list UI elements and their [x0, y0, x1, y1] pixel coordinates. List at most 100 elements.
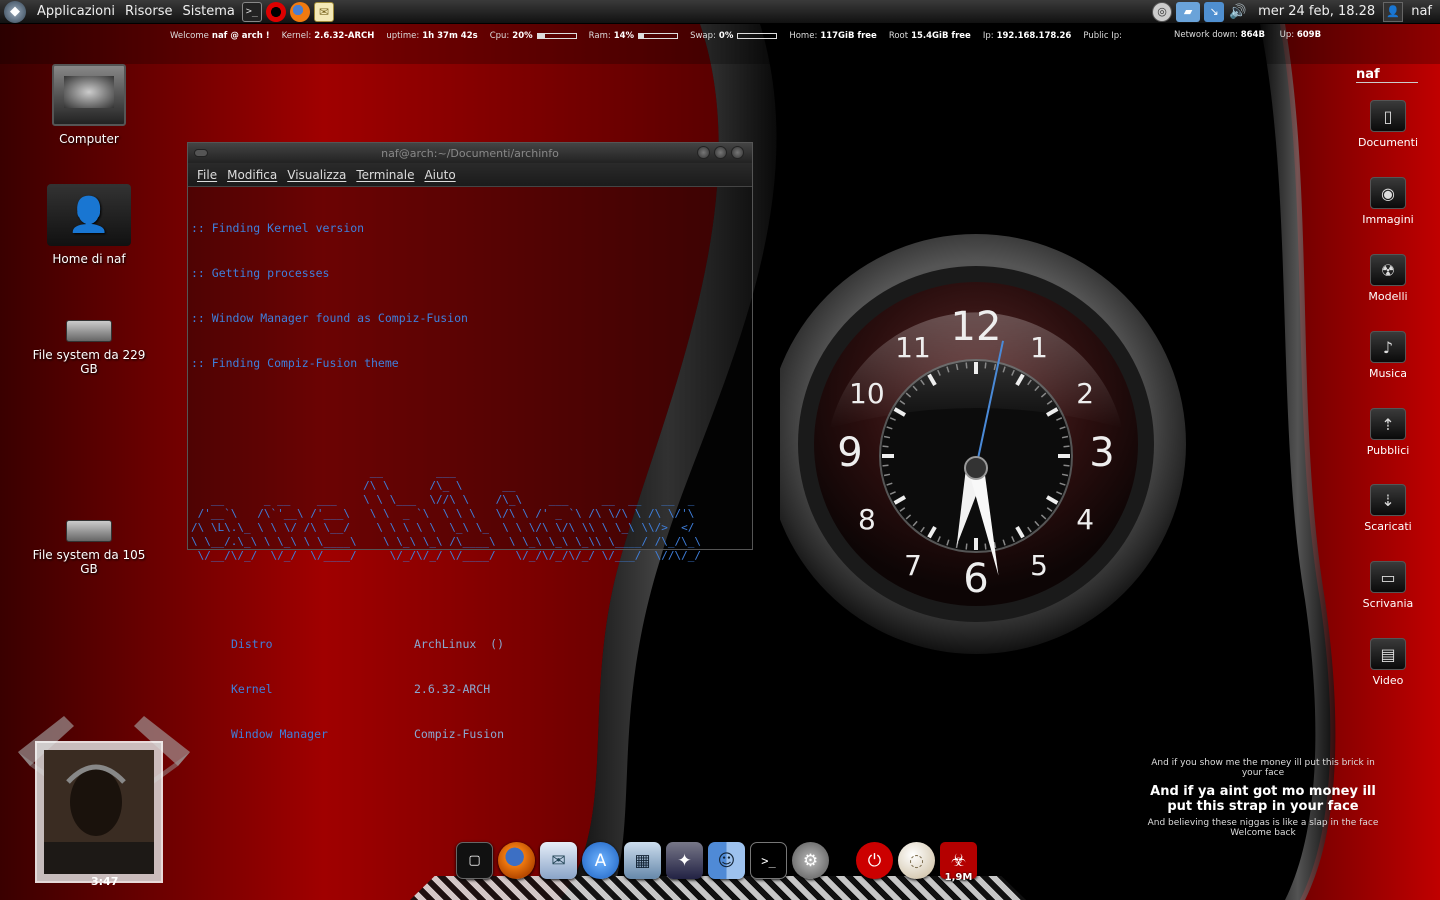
- info-key: Kernel: [231, 682, 273, 696]
- place-music[interactable]: ♪ Musica: [1348, 331, 1428, 380]
- box-icon[interactable]: ▢: [456, 842, 493, 879]
- terminal-output[interactable]: :: Finding Kernel version :: Getting pro…: [188, 187, 752, 806]
- place-videos[interactable]: ▤ Video: [1348, 638, 1428, 687]
- place-label: Musica: [1368, 367, 1408, 380]
- terminal-window[interactable]: naf@arch:~/Documenti/archinfo File Modif…: [187, 142, 753, 741]
- place-label: Video: [1372, 674, 1404, 687]
- clock-numeral: 7: [904, 549, 922, 582]
- mail-icon[interactable]: ✉: [540, 842, 577, 879]
- clapperboard-icon[interactable]: ▦: [624, 842, 661, 879]
- info-key: Window Manager: [231, 727, 328, 741]
- mail-launcher-icon[interactable]: ✉: [313, 1, 334, 22]
- conky-network: Network down: 864B Up: 609B: [1174, 30, 1333, 40]
- menu-places[interactable]: Risorse: [120, 4, 178, 19]
- menu-applications[interactable]: Applicazioni: [32, 4, 120, 19]
- conky-net-up-label: Up:: [1279, 30, 1295, 40]
- clock-numeral: 4: [1076, 503, 1094, 536]
- clock-tick: [984, 362, 987, 369]
- panel-user-name[interactable]: naf: [1407, 4, 1440, 19]
- menu-view[interactable]: Visualizza: [282, 168, 351, 182]
- menu-help[interactable]: Aiuto: [419, 168, 460, 182]
- conky-ram-label: Ram:: [588, 31, 611, 41]
- conky-root-value: 15.4GiB free: [911, 31, 971, 41]
- place-label: Scrivania: [1362, 597, 1414, 610]
- conky-net-down-value: 864B: [1240, 30, 1265, 40]
- clock-numeral: 12: [951, 304, 1002, 350]
- radiation-icon: ☢: [1370, 254, 1406, 286]
- update-tray-icon[interactable]: ↘: [1204, 1, 1225, 22]
- album-art: [18, 716, 190, 883]
- conky-root-label: Root: [888, 31, 909, 41]
- app-store-icon[interactable]: A: [582, 842, 619, 879]
- user-icon[interactable]: 👤: [1383, 1, 1404, 22]
- place-templates[interactable]: ☢ Modelli: [1348, 254, 1428, 303]
- info-key: Distro: [231, 637, 273, 651]
- conky-home-value: 117GiB free: [820, 31, 877, 41]
- place-downloads[interactable]: ⇣ Scaricati: [1348, 484, 1428, 533]
- film-icon: ▤: [1370, 638, 1406, 670]
- menu-system[interactable]: Sistema: [177, 4, 239, 19]
- minimize-button[interactable]: [697, 146, 710, 159]
- terminal-menubar: File Modifica Visualizza Terminale Aiuto: [188, 163, 752, 187]
- place-pictures[interactable]: ◉ Immagini: [1348, 177, 1428, 226]
- preferences-icon[interactable]: ⚙: [792, 842, 829, 879]
- terminal-titlebar[interactable]: naf@arch:~/Documenti/archinfo: [188, 143, 752, 163]
- ball-icon[interactable]: ◌: [898, 842, 935, 879]
- clock-numeral: 8: [858, 503, 876, 536]
- close-button[interactable]: [731, 146, 744, 159]
- place-documents[interactable]: ▯ Documenti: [1348, 100, 1428, 149]
- arch-logo-icon[interactable]: ◆: [4, 0, 26, 23]
- power-icon[interactable]: ⏻: [856, 842, 893, 879]
- notification-tray-icon[interactable]: ▰: [1176, 1, 1201, 22]
- terminal-line: :: Finding Compiz-Fusion theme: [191, 356, 399, 370]
- window-menu-button[interactable]: [194, 149, 208, 157]
- dock-badge: 1,9M: [944, 872, 973, 883]
- game-icon[interactable]: ✦: [666, 842, 703, 879]
- dock: ▢ ✉ A ▦ ✦ ☺ >_ ⚙ ⏻ ◌ ☣ 1,9M: [410, 838, 1026, 900]
- terminal-line: :: Getting processes: [191, 266, 330, 280]
- panel-clock[interactable]: mer 24 feb, 18.28: [1250, 4, 1383, 19]
- firefox-launcher-icon[interactable]: [289, 1, 310, 22]
- desktop-icon-filesystem-229[interactable]: File system da 229 GB: [24, 320, 154, 376]
- conky-cpu-label: Cpu:: [489, 31, 510, 41]
- desktop-icon-filesystem-105[interactable]: File system da 105 GB: [24, 520, 154, 576]
- biohazard-icon[interactable]: ☣ 1,9M: [940, 842, 977, 883]
- album-cover-widget[interactable]: [14, 712, 194, 892]
- finder-icon[interactable]: ☺: [708, 842, 745, 879]
- terminal-launcher-icon[interactable]: >_: [241, 1, 262, 22]
- lyric-line: And believing these niggas is like a sla…: [1147, 818, 1379, 828]
- conky-ip-label: Ip:: [982, 31, 994, 41]
- volume-icon[interactable]: 🔊: [1228, 2, 1248, 22]
- share-icon: ⇡: [1370, 408, 1406, 440]
- analog-clock-widget[interactable]: 12 1 2 3 4 5 6 7 8 9 10 11: [766, 228, 1200, 668]
- place-public[interactable]: ⇡ Pubblici: [1348, 408, 1428, 457]
- clock-numeral: 9: [837, 430, 862, 476]
- menu-terminal[interactable]: Terminale: [351, 168, 419, 182]
- places-title: naf: [1356, 67, 1418, 83]
- conky-ram-bar: [638, 33, 679, 39]
- network-tray-icon[interactable]: ◎: [1152, 1, 1173, 22]
- track-time: 3:47: [91, 875, 119, 888]
- desktop-icon: ▭: [1370, 561, 1406, 593]
- desktop-icon-home[interactable]: 👤 Home di naf: [24, 184, 154, 266]
- place-desktop[interactable]: ▭ Scrivania: [1348, 561, 1428, 610]
- conky-net-up-value: 609B: [1296, 30, 1322, 40]
- conky-ram-value: 14%: [613, 31, 635, 41]
- menu-edit[interactable]: Modifica: [222, 168, 282, 182]
- opera-launcher-icon[interactable]: [265, 1, 286, 22]
- conky-cpu-value: 20%: [512, 31, 533, 41]
- maximize-button[interactable]: [714, 146, 727, 159]
- download-icon: ⇣: [1370, 484, 1406, 516]
- computer-icon: [52, 64, 126, 126]
- clock-numeral: 5: [1030, 549, 1048, 582]
- desktop-icon-label: Computer: [59, 132, 119, 146]
- lyric-line: Welcome back: [1230, 828, 1296, 838]
- firefox-icon[interactable]: [498, 842, 535, 879]
- archlinux-ascii-art: __ ___ /\ \ /\_ \ __ __ _ __ ___ \ \ \__…: [191, 465, 701, 562]
- terminal-icon[interactable]: >_: [750, 842, 787, 879]
- desktop-icon-computer[interactable]: Computer: [24, 64, 154, 146]
- place-label: Pubblici: [1366, 444, 1410, 457]
- menu-file[interactable]: File: [192, 168, 222, 182]
- lyric-current-line: And if ya aint got mo money ill put this…: [1150, 784, 1376, 814]
- desktop-icon-label: Home di naf: [52, 252, 126, 266]
